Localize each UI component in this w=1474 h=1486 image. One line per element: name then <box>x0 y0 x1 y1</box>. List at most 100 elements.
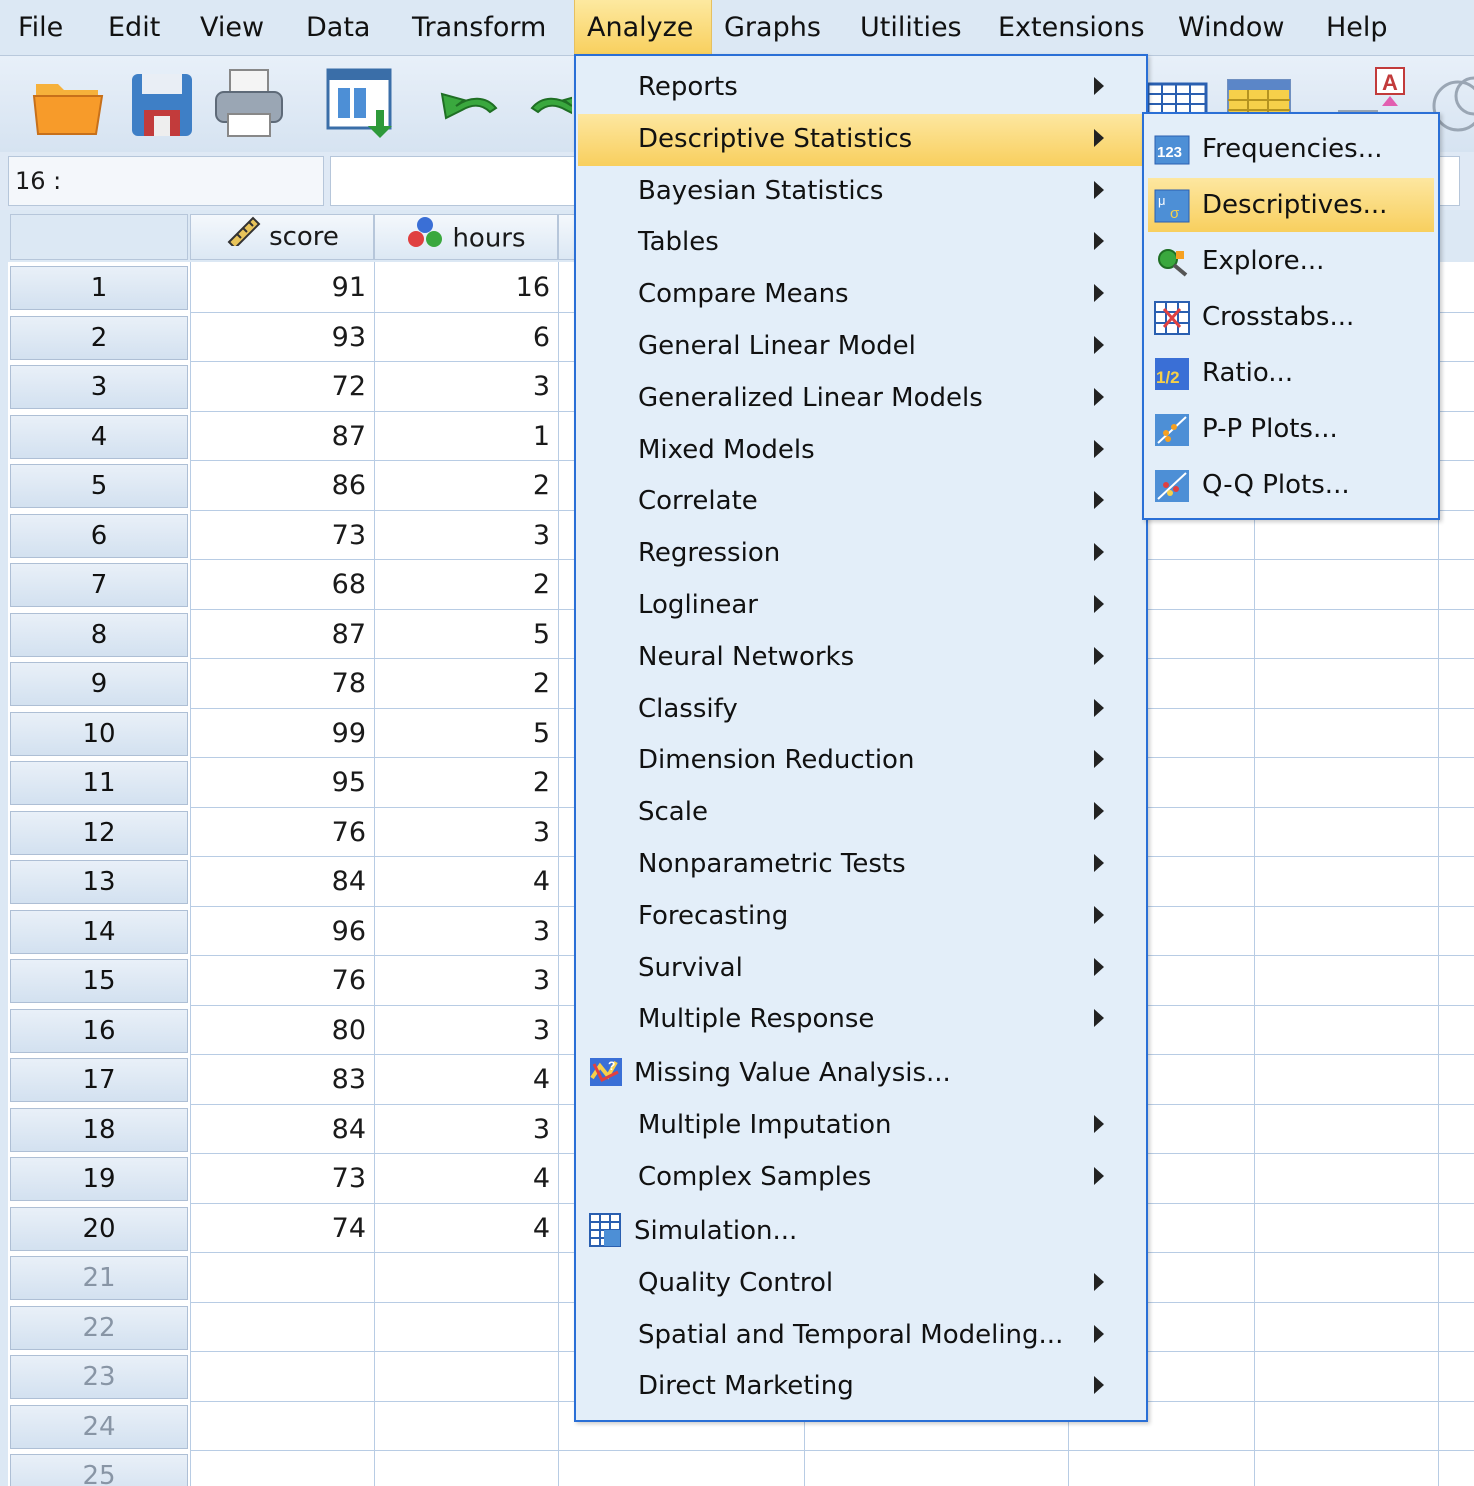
menu-item-missing-value-analysis[interactable]: ? Missing Value Analysis... <box>578 1046 1144 1100</box>
menu-data[interactable]: Data <box>294 0 382 56</box>
table-cell-score[interactable]: 76 <box>190 811 374 855</box>
table-cell-hours[interactable]: 3 <box>374 514 558 558</box>
menu-item-multiple-response[interactable]: Multiple Response <box>578 994 1144 1046</box>
row-header[interactable]: 16 <box>10 1008 188 1053</box>
row-header[interactable]: 8 <box>10 612 188 657</box>
table-cell-score[interactable]: 93 <box>190 316 374 360</box>
menu-item-spatial-and-temporal-modeling[interactable]: Spatial and Temporal Modeling... <box>578 1310 1144 1362</box>
table-cell-score[interactable]: 73 <box>190 1157 374 1201</box>
menu-item-classify[interactable]: Classify <box>578 684 1144 736</box>
submenu-item-q-q-plots[interactable]: Q-Q Plots... <box>1148 458 1434 512</box>
table-cell-hours[interactable]: 5 <box>374 613 558 657</box>
table-cell-hours[interactable]: 16 <box>374 266 558 310</box>
row-header[interactable]: 19 <box>10 1157 188 1201</box>
row-header[interactable]: 13 <box>10 860 188 904</box>
table-cell-score[interactable]: 68 <box>190 563 374 607</box>
grid-corner[interactable] <box>10 214 188 260</box>
menu-item-simulation[interactable]: Simulation... <box>578 1204 1144 1258</box>
print-icon[interactable] <box>212 66 288 142</box>
menu-item-multiple-imputation[interactable]: Multiple Imputation <box>578 1100 1144 1152</box>
row-header[interactable]: 2 <box>10 315 188 360</box>
submenu-item-crosstabs[interactable]: Crosstabs... <box>1148 290 1434 344</box>
submenu-item-ratio[interactable]: 1/2 Ratio... <box>1148 346 1434 400</box>
menu-item-reports[interactable]: Reports <box>578 62 1144 114</box>
menu-item-quality-control[interactable]: Quality Control <box>578 1258 1144 1310</box>
menu-help[interactable]: Help <box>1314 0 1400 56</box>
row-header-empty[interactable]: 25 <box>10 1454 188 1486</box>
row-header-empty[interactable]: 24 <box>10 1404 188 1449</box>
menu-item-generalized-linear-models[interactable]: Generalized Linear Models <box>578 373 1144 425</box>
table-cell-score[interactable]: 99 <box>190 712 374 756</box>
column-header-score[interactable]: score <box>190 214 374 260</box>
menu-utilities[interactable]: Utilities <box>848 0 974 56</box>
table-cell-hours[interactable]: 3 <box>374 1009 558 1053</box>
menu-item-nonparametric-tests[interactable]: Nonparametric Tests <box>578 839 1144 891</box>
menu-item-tables[interactable]: Tables <box>578 217 1144 269</box>
row-header[interactable]: 9 <box>10 662 188 706</box>
submenu-item-descriptives[interactable]: μ σ Descriptives... <box>1148 178 1434 232</box>
menu-item-survival[interactable]: Survival <box>578 943 1144 995</box>
submenu-item-explore[interactable]: Explore... <box>1148 234 1434 288</box>
undo-icon[interactable] <box>432 66 508 142</box>
menu-item-compare-means[interactable]: Compare Means <box>578 269 1144 321</box>
table-cell-hours[interactable]: 3 <box>374 1108 558 1152</box>
row-header[interactable]: 4 <box>10 414 188 459</box>
row-header[interactable]: 5 <box>10 464 188 508</box>
table-cell-score[interactable]: 91 <box>190 266 374 310</box>
menu-graphs[interactable]: Graphs <box>712 0 833 56</box>
table-cell-score[interactable]: 72 <box>190 365 374 409</box>
table-cell-hours[interactable]: 4 <box>374 1157 558 1201</box>
open-folder-icon[interactable] <box>30 66 106 142</box>
table-cell-score[interactable]: 76 <box>190 959 374 1003</box>
table-cell-score[interactable]: 73 <box>190 514 374 558</box>
table-cell-score[interactable]: 96 <box>190 910 374 954</box>
column-header-hours[interactable]: hours <box>374 214 558 260</box>
table-cell-hours[interactable]: 5 <box>374 712 558 756</box>
table-cell-hours[interactable]: 2 <box>374 464 558 508</box>
menu-item-direct-marketing[interactable]: Direct Marketing <box>578 1361 1144 1413</box>
table-cell-hours[interactable]: 3 <box>374 910 558 954</box>
row-header[interactable]: 15 <box>10 959 188 1003</box>
row-header-empty[interactable]: 22 <box>10 1305 188 1350</box>
menu-item-forecasting[interactable]: Forecasting <box>578 891 1144 943</box>
table-cell-hours[interactable]: 4 <box>374 1058 558 1102</box>
menu-item-loglinear[interactable]: Loglinear <box>578 580 1144 632</box>
table-cell-score[interactable]: 86 <box>190 464 374 508</box>
redo-icon[interactable] <box>520 66 572 142</box>
table-cell-score[interactable]: 84 <box>190 860 374 904</box>
table-cell-hours[interactable]: 1 <box>374 415 558 459</box>
row-header[interactable]: 7 <box>10 563 188 607</box>
menu-item-bayesian-statistics[interactable]: Bayesian Statistics <box>578 166 1144 218</box>
row-header[interactable]: 10 <box>10 711 188 756</box>
menu-item-descriptive-statistics[interactable]: Descriptive Statistics <box>578 113 1144 166</box>
table-cell-score[interactable]: 78 <box>190 662 374 706</box>
row-header-empty[interactable]: 21 <box>10 1256 188 1300</box>
table-cell-score[interactable]: 87 <box>190 415 374 459</box>
row-header[interactable]: 17 <box>10 1058 188 1102</box>
table-cell-hours[interactable]: 2 <box>374 662 558 706</box>
row-header[interactable]: 18 <box>10 1107 188 1152</box>
row-header[interactable]: 20 <box>10 1206 188 1251</box>
table-cell-hours[interactable]: 2 <box>374 563 558 607</box>
menu-item-dimension-reduction[interactable]: Dimension Reduction <box>578 735 1144 787</box>
table-cell-score[interactable]: 74 <box>190 1207 374 1251</box>
menu-item-complex-samples[interactable]: Complex Samples <box>578 1152 1144 1204</box>
menu-item-scale[interactable]: Scale <box>578 787 1144 839</box>
menu-edit[interactable]: Edit <box>96 0 172 56</box>
menu-view[interactable]: View <box>188 0 276 56</box>
save-icon[interactable] <box>126 66 202 142</box>
table-cell-score[interactable]: 84 <box>190 1108 374 1152</box>
row-header[interactable]: 3 <box>10 365 188 409</box>
row-header[interactable]: 11 <box>10 761 188 805</box>
row-header[interactable]: 6 <box>10 513 188 558</box>
row-header[interactable]: 1 <box>10 266 188 310</box>
table-cell-score[interactable]: 80 <box>190 1009 374 1053</box>
recall-dialog-icon[interactable] <box>322 66 398 142</box>
row-header[interactable]: 12 <box>10 810 188 855</box>
table-cell-hours[interactable]: 4 <box>374 860 558 904</box>
submenu-item-frequencies[interactable]: 123 Frequencies... <box>1148 122 1434 176</box>
menu-analyze[interactable]: Analyze <box>574 0 712 56</box>
table-cell-hours[interactable]: 2 <box>374 761 558 805</box>
menu-extensions[interactable]: Extensions <box>986 0 1157 56</box>
submenu-item-p-p-plots[interactable]: P-P Plots... <box>1148 402 1434 456</box>
